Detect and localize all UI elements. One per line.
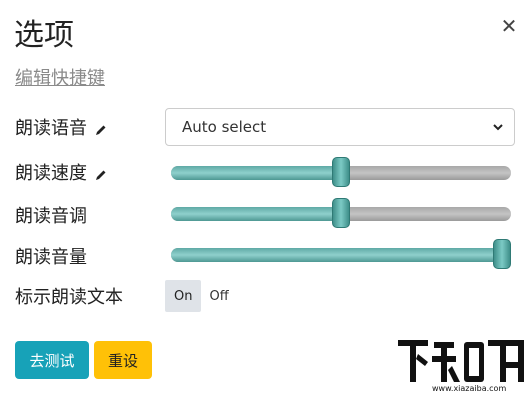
volume-slider[interactable]	[171, 239, 511, 269]
dialog-title: 选项	[14, 18, 74, 53]
speed-label: 朗读速度	[15, 163, 87, 184]
close-icon[interactable]: ✕	[498, 14, 520, 38]
pitch-slider-thumb[interactable]	[332, 198, 350, 228]
pencil-icon[interactable]	[95, 121, 107, 135]
edit-shortcuts-link[interactable]: 编辑快捷键	[15, 64, 105, 90]
volume-row: 朗读音量	[15, 241, 87, 271]
voice-label: 朗读语音	[15, 118, 87, 139]
volume-slider-fill	[171, 248, 511, 262]
pitch-label: 朗读音调	[15, 206, 87, 227]
speed-row: 朗读速度	[15, 157, 107, 187]
speed-slider-fill	[171, 166, 341, 180]
watermark-logo: www.xiazaiba.com	[394, 336, 528, 394]
pitch-slider[interactable]	[171, 198, 511, 228]
volume-label: 朗读音量	[15, 247, 87, 268]
test-button[interactable]: 去测试	[15, 341, 89, 379]
pencil-icon[interactable]	[95, 166, 107, 180]
pitch-row: 朗读音调	[15, 200, 87, 230]
highlight-label: 标示朗读文本	[15, 287, 123, 308]
reset-button[interactable]: 重设	[94, 341, 152, 379]
highlight-toggle[interactable]: On Off	[165, 280, 237, 312]
voice-row: 朗读语音	[15, 112, 107, 142]
chevron-down-icon	[493, 124, 503, 131]
speed-slider[interactable]	[171, 157, 511, 187]
toggle-off-option[interactable]: Off	[201, 280, 236, 312]
toggle-on-option[interactable]: On	[165, 280, 202, 312]
volume-slider-thumb[interactable]	[493, 239, 511, 269]
watermark-url: www.xiazaiba.com	[432, 384, 506, 393]
highlight-row: 标示朗读文本	[15, 281, 123, 311]
pitch-slider-fill	[171, 207, 341, 221]
speed-slider-thumb[interactable]	[332, 157, 350, 187]
voice-select[interactable]: Auto select	[165, 108, 515, 146]
voice-select-value: Auto select	[182, 118, 267, 136]
